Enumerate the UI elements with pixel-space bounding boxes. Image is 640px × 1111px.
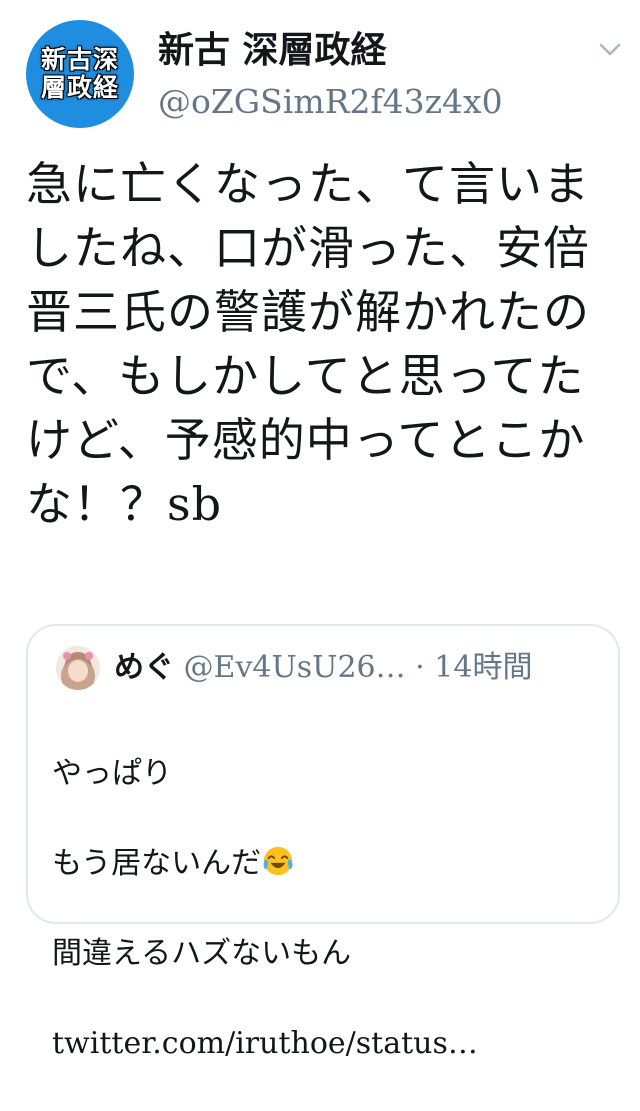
quoted-line: 間違えるハズないもん [52,936,352,971]
quoted-line: やっぱり [52,756,172,791]
meta-separator: · [415,650,425,685]
quoted-timestamp[interactable]: 14時間 [434,650,532,685]
user-handle[interactable]: @oZGSimR2f43z4x0 [158,80,503,124]
quoted-line: もう居ないんだ [52,846,262,881]
quoted-display-name[interactable]: めぐ [114,650,174,685]
quoted-header: めぐ @Ev4UsU26… · 14時間 [114,646,532,690]
quoted-avatar-image [56,646,100,690]
face-with-tears-of-joy-icon [263,846,293,876]
quoted-avatar[interactable] [56,646,100,690]
quoted-text: やっぱり もう居ないんだ 間違えるハズないもん twitter.com/irut… [52,706,612,1111]
quoted-tweet[interactable]: めぐ @Ev4UsU26… · 14時間 やっぱり もう居ないんだ 間違えるハズ… [26,624,620,1061]
chevron-down-icon[interactable] [598,40,622,60]
avatar[interactable]: 新古深層政経 [26,20,134,128]
avatar-logo-text: 新古深層政経 [40,45,119,102]
tweet-text: 急に亡くなった、て言いましたね、口が滑った、安倍晋三氏の警護が解かれたので、もし… [26,157,590,531]
quoted-link[interactable]: twitter.com/iruthoe/status… [52,1021,612,1066]
display-name[interactable]: 新古 深層政経 [158,26,387,74]
quoted-handle[interactable]: @Ev4UsU26… [184,650,406,685]
quoted-line-with-emoji: もう居ないんだ [52,841,612,886]
